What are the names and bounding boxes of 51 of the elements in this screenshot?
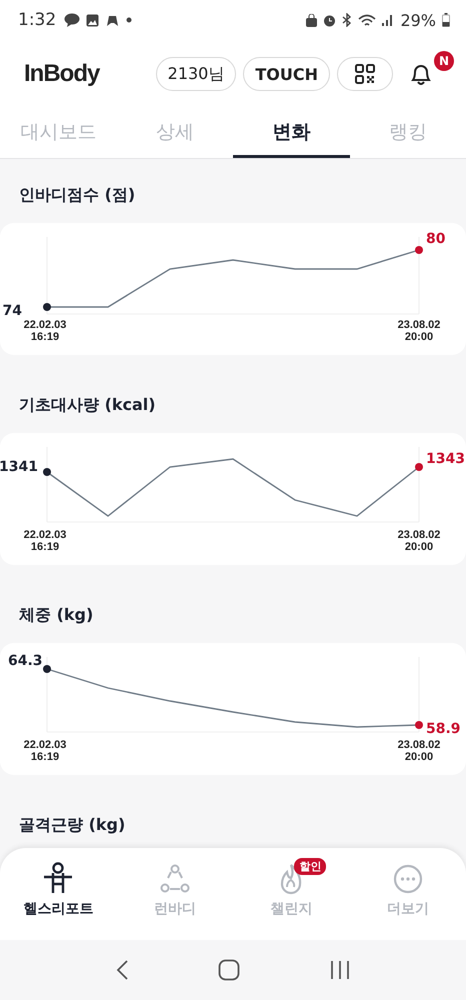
image-icon bbox=[86, 14, 100, 26]
back-icon[interactable] bbox=[114, 959, 129, 981]
end-time: 20:00 bbox=[404, 751, 434, 763]
qr-code-button[interactable] bbox=[337, 57, 393, 91]
end-date: 23.08.02 bbox=[398, 529, 440, 541]
end-date: 23.08.02 bbox=[398, 739, 440, 751]
end-point bbox=[415, 721, 423, 729]
alarm-icon bbox=[323, 14, 336, 26]
start-point bbox=[43, 303, 51, 311]
section-title: 골격근량 (kg) bbox=[18, 815, 126, 835]
signal-icon bbox=[382, 14, 394, 26]
start-value: 74 bbox=[2, 303, 22, 319]
start-value: 1341 bbox=[0, 459, 38, 475]
bluetooth-icon bbox=[342, 13, 352, 27]
chat-icon bbox=[64, 13, 80, 27]
nav-item[interactable]: 헬스리포트 bbox=[0, 862, 116, 940]
start-point bbox=[43, 665, 51, 673]
end-time: 20:00 bbox=[404, 541, 434, 553]
start-date: 22.02.03 bbox=[24, 529, 66, 541]
start-point bbox=[43, 468, 51, 476]
end-point bbox=[415, 246, 423, 254]
section-title: 체중 (kg) bbox=[18, 605, 94, 625]
end-value: 1343 bbox=[426, 451, 465, 467]
wifi-icon bbox=[358, 14, 376, 26]
user-button[interactable]: 2130님 bbox=[156, 57, 236, 91]
touch-button[interactable]: TOUCH bbox=[243, 57, 330, 91]
dot-icon bbox=[126, 17, 132, 23]
qr-code-icon bbox=[355, 64, 375, 84]
discount-badge: 할인 bbox=[294, 858, 326, 875]
end-point bbox=[415, 463, 423, 471]
section-title: 기초대사량 (kcal) bbox=[18, 395, 157, 415]
start-date: 22.02.03 bbox=[24, 319, 66, 331]
tab[interactable]: 변화 bbox=[233, 108, 350, 158]
notification-badge: N bbox=[434, 51, 454, 71]
home-icon[interactable] bbox=[218, 959, 240, 981]
logo: InBody bbox=[24, 60, 100, 88]
start-time: 16:19 bbox=[30, 751, 60, 763]
status-time: 1:32 bbox=[18, 10, 56, 30]
end-date: 23.08.02 bbox=[398, 319, 440, 331]
end-value: 58.9 bbox=[426, 721, 461, 737]
section-title: 인바디점수 (점) bbox=[18, 185, 136, 205]
start-time: 16:19 bbox=[30, 331, 60, 343]
start-value: 64.3 bbox=[8, 653, 43, 669]
lock-icon bbox=[306, 14, 318, 26]
start-time: 16:19 bbox=[30, 541, 60, 553]
start-date: 22.02.03 bbox=[24, 739, 66, 751]
end-time: 20:00 bbox=[404, 331, 434, 343]
battery-percentage: 29% bbox=[400, 10, 436, 30]
recent-apps-icon[interactable] bbox=[329, 960, 352, 980]
battery-icon bbox=[442, 13, 450, 27]
end-value: 80 bbox=[426, 231, 446, 247]
